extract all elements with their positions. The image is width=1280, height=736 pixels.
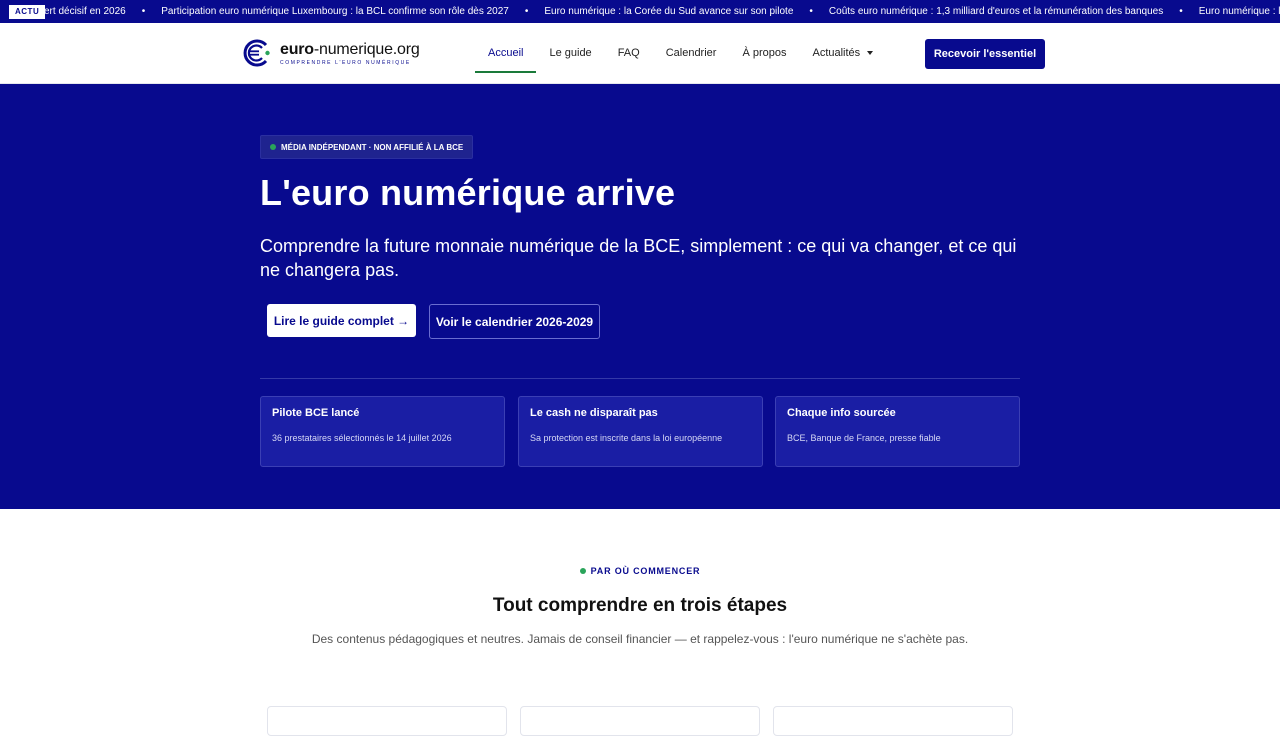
ticker-badge: ACTU bbox=[9, 5, 46, 19]
logo-tagline: COMPRENDRE L'EURO NUMÉRIQUE bbox=[280, 59, 411, 66]
green-dot-icon bbox=[270, 144, 276, 150]
nav-item-faq[interactable]: FAQ bbox=[605, 39, 653, 67]
nav-item-accueil[interactable]: Accueil bbox=[475, 39, 537, 73]
nav-item-actualites[interactable]: Actualités bbox=[799, 39, 886, 67]
ticker-separator: • bbox=[524, 6, 529, 17]
hero-divider bbox=[260, 378, 1020, 379]
site-header: euro-numerique.org COMPRENDRE L'EURO NUM… bbox=[0, 23, 1280, 84]
feature-title: Pilote BCE lancé bbox=[272, 407, 360, 419]
chevron-down-icon bbox=[867, 51, 874, 55]
feature-card: Le cash ne disparaît pas Sa protection e… bbox=[518, 396, 763, 467]
section-eyebrow-label: PAR OÙ COMMENCER bbox=[590, 566, 701, 576]
section-eyebrow: PAR OÙ COMMENCER bbox=[0, 566, 1280, 576]
nav-item-actualites-label: Actualités bbox=[812, 47, 861, 59]
nav-item-calendrier[interactable]: Calendrier bbox=[653, 39, 730, 67]
hero-section: MÉDIA INDÉPENDANT · NON AFFILIÉ À LA BCE… bbox=[0, 84, 1280, 509]
feature-description: Sa protection est inscrite dans la loi e… bbox=[530, 433, 723, 443]
ticker-separator: • bbox=[141, 6, 146, 17]
step-card[interactable] bbox=[520, 706, 760, 736]
site-logo[interactable]: euro-numerique.org COMPRENDRE L'EURO NUM… bbox=[240, 37, 420, 69]
read-guide-button[interactable]: Lire le guide complet → bbox=[267, 304, 416, 337]
step-card[interactable] bbox=[267, 706, 507, 736]
logo-name: euro-numerique.org bbox=[280, 40, 420, 58]
feature-title: Chaque info sourcée bbox=[787, 407, 896, 419]
ticker-item[interactable]: Euro numérique : la Corée du Sud avance … bbox=[544, 6, 793, 17]
feature-description: 36 prestataires sélectionnés le 14 juill… bbox=[272, 433, 452, 443]
nav-item-le-guide[interactable]: Le guide bbox=[536, 39, 604, 67]
feature-card: Pilote BCE lancé 36 prestataires sélecti… bbox=[260, 396, 505, 467]
calendar-button[interactable]: Voir le calendrier 2026-2029 bbox=[429, 304, 600, 339]
ticker-item[interactable]: Participation euro numérique Luxembourg … bbox=[161, 6, 509, 17]
ticker-item[interactable]: Euro numérique : le Parlement confirme, … bbox=[1199, 6, 1280, 17]
green-dot-icon bbox=[579, 568, 586, 574]
hero-title: L'euro numérique arrive bbox=[260, 172, 676, 213]
hero-badge-label: MÉDIA INDÉPENDANT · NON AFFILIÉ À LA BCE bbox=[281, 142, 464, 152]
ticker-item[interactable]: Coûts euro numérique : 1,3 milliard d'eu… bbox=[829, 6, 1163, 17]
hero-subtitle: Comprendre la future monnaie numérique d… bbox=[260, 236, 1017, 280]
euro-logo-icon bbox=[243, 39, 270, 67]
feature-description: BCE, Banque de France, presse fiable bbox=[787, 433, 941, 443]
hero-badge: MÉDIA INDÉPENDANT · NON AFFILIÉ À LA BCE bbox=[260, 135, 474, 159]
section-lead: Des contenus pédagogiques et neutres. Ja… bbox=[311, 632, 969, 646]
feature-title: Le cash ne disparaît pas bbox=[530, 407, 658, 419]
section-title: Tout comprendre en trois étapes bbox=[492, 595, 788, 616]
ticker-track: ert décisif en 2026 • Participation euro… bbox=[44, 0, 1280, 23]
ticker-separator: • bbox=[809, 6, 813, 17]
main-nav: Accueil Le guide FAQ Calendrier À propos… bbox=[475, 23, 886, 83]
nav-item-a-propos[interactable]: À propos bbox=[729, 39, 799, 67]
ticker-separator: • bbox=[1179, 6, 1183, 17]
ticker-item[interactable]: ert décisif en 2026 bbox=[44, 6, 126, 17]
subscribe-button[interactable]: Recevoir l'essentiel bbox=[925, 39, 1045, 69]
feature-card: Chaque info sourcée BCE, Banque de Franc… bbox=[775, 396, 1020, 467]
news-ticker: ACTU ert décisif en 2026 • Participation… bbox=[0, 0, 1280, 23]
step-card[interactable] bbox=[773, 706, 1013, 736]
